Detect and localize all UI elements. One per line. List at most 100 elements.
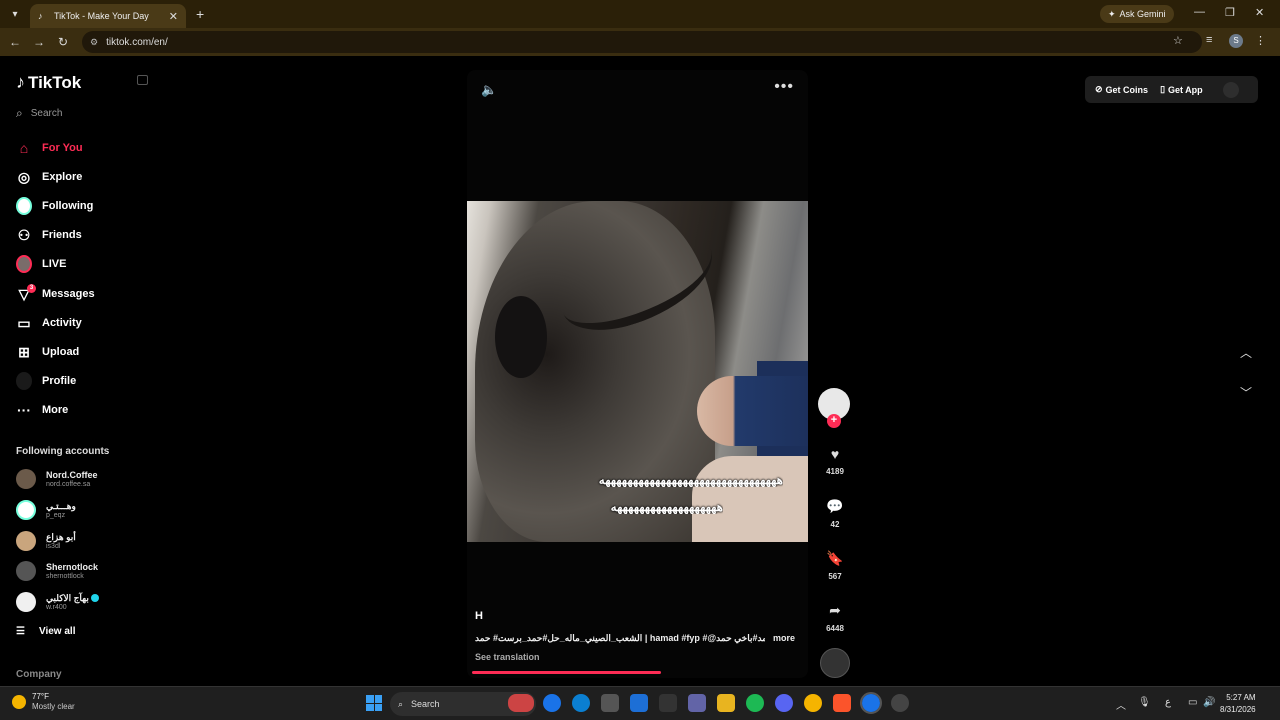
input-language[interactable]: ع bbox=[1165, 697, 1171, 708]
forward-icon[interactable]: → bbox=[27, 35, 51, 49]
video-description: الشعب_الصيني_ماله_حل#حمد_برست# حمد | ham… bbox=[475, 633, 795, 644]
followed-account[interactable]: أبو هزاع is3dl bbox=[16, 528, 76, 554]
spotify-icon[interactable] bbox=[746, 694, 764, 712]
collapse-sidebar-icon[interactable] bbox=[137, 75, 148, 85]
music-disc-avatar[interactable] bbox=[820, 648, 850, 678]
reload-icon[interactable]: ↻ bbox=[51, 35, 75, 49]
sidebar-item-for-you[interactable]: ⌂ For You bbox=[16, 137, 83, 159]
app-icon[interactable] bbox=[659, 694, 677, 712]
chrome-active-icon[interactable] bbox=[860, 692, 882, 714]
sidebar-item-label: Messages bbox=[42, 288, 95, 300]
follow-plus-icon[interactable]: + bbox=[827, 414, 841, 428]
ask-gemini-button[interactable]: ✦ Ask Gemini bbox=[1100, 5, 1174, 23]
edge-icon[interactable] bbox=[572, 694, 590, 712]
search-highlight-icon[interactable] bbox=[508, 694, 534, 712]
minimize-icon[interactable]: — bbox=[1194, 6, 1205, 18]
windows-start-icon[interactable] bbox=[366, 695, 382, 711]
volume-tray-icon[interactable]: 🔊 bbox=[1203, 697, 1215, 708]
back-icon[interactable]: ← bbox=[3, 35, 27, 49]
top-right-actions: ⊘ Get Coins ▯ Get App bbox=[1085, 76, 1258, 103]
video-player[interactable]: 🔈 ••• ههههههههههههههههههههههههههههههههه … bbox=[467, 70, 808, 678]
followed-account[interactable]: Nord.Coffee nord.coffee.sa bbox=[16, 466, 98, 492]
app-yellow-icon[interactable] bbox=[804, 694, 822, 712]
video-author[interactable]: H bbox=[475, 610, 483, 622]
browser-tab[interactable]: ♪ TikTok - Make Your Day ✕ bbox=[30, 4, 186, 28]
see-translation-link[interactable]: See translation bbox=[475, 652, 540, 662]
sidebar-item-messages[interactable]: ▽ 3 Messages bbox=[16, 283, 95, 305]
account-name: Shernotlock bbox=[46, 561, 99, 572]
browser-tab-strip: ▾ ♪ TikTok - Make Your Day ✕ + bbox=[0, 0, 1280, 28]
network-icon[interactable]: ▭ bbox=[1188, 697, 1197, 708]
window-close-icon[interactable]: ✕ bbox=[1255, 6, 1264, 19]
maximize-icon[interactable]: ❐ bbox=[1225, 6, 1235, 19]
tab-close-icon[interactable]: ✕ bbox=[169, 10, 178, 23]
clock-time: 5:27 AM bbox=[1226, 693, 1256, 702]
sidebar-item-explore[interactable]: ◎ Explore bbox=[16, 166, 82, 188]
system-clock[interactable]: 5:27 AM 8/31/2026 bbox=[1220, 692, 1256, 716]
sidebar-item-label: LIVE bbox=[42, 258, 67, 270]
sidebar-item-upload[interactable]: ⊞ Upload bbox=[16, 341, 79, 363]
file-explorer-icon[interactable] bbox=[717, 694, 735, 712]
address-toolbar: ← → ↻ ⚙ tiktok.com/en/ ☆ ≡ ⋮ bbox=[0, 28, 1280, 56]
address-bar[interactable]: ⚙ tiktok.com/en/ bbox=[82, 31, 1202, 53]
sidebar-item-activity[interactable]: ▭ Activity bbox=[16, 312, 81, 334]
followed-account[interactable]: وهـــتـي p_eqz bbox=[16, 497, 76, 523]
avatar bbox=[16, 592, 36, 612]
volume-icon[interactable]: 🔈 bbox=[481, 82, 497, 98]
send-icon: ▽ 3 bbox=[16, 284, 36, 302]
tab-title: TikTok - Make Your Day bbox=[54, 11, 149, 21]
chrome-profile-avatar[interactable]: S bbox=[1229, 34, 1243, 48]
chrome-icon[interactable] bbox=[543, 694, 561, 712]
new-tab-button[interactable]: + bbox=[196, 6, 204, 22]
tab-search-icon[interactable]: ▾ bbox=[4, 3, 26, 25]
view-all-button[interactable]: ☰ View all bbox=[16, 626, 75, 637]
sidebar-item-label: Following bbox=[42, 200, 94, 212]
teams-icon[interactable] bbox=[688, 694, 706, 712]
outlook-icon[interactable] bbox=[630, 694, 648, 712]
more-link[interactable]: more bbox=[773, 633, 795, 644]
next-video-chevron-down-icon[interactable]: ﹀ bbox=[1240, 384, 1252, 401]
live-avatar bbox=[16, 255, 32, 273]
company-link[interactable]: Company bbox=[16, 669, 62, 680]
ask-gemini-label: Ask Gemini bbox=[1119, 9, 1166, 19]
app-settings-icon[interactable] bbox=[891, 694, 909, 712]
get-app-button[interactable]: ▯ Get App bbox=[1160, 84, 1203, 95]
media-controls-icon[interactable]: ≡ bbox=[1206, 34, 1212, 46]
microphone-icon[interactable]: 🎙 bbox=[1138, 697, 1151, 708]
previous-video-chevron-up-icon[interactable]: ︿ bbox=[1240, 344, 1252, 361]
search-input[interactable]: ⌕ Search bbox=[16, 106, 62, 121]
sidebar-item-label: Friends bbox=[42, 229, 82, 241]
comment-icon: 💬 bbox=[826, 498, 844, 514]
save-button[interactable]: 🔖 567 bbox=[818, 550, 852, 581]
video-frame[interactable]: ههههههههههههههههههههههههههههههههه هههههه… bbox=[467, 201, 808, 542]
sidebar-item-more[interactable]: ··· More bbox=[16, 399, 68, 421]
discord-icon[interactable] bbox=[775, 694, 793, 712]
weather-condition: Mostly clear bbox=[32, 702, 75, 711]
video-progress-bar[interactable] bbox=[472, 671, 661, 674]
user-avatar[interactable] bbox=[1222, 81, 1239, 98]
followed-account[interactable]: Shernotlock shernottlock bbox=[16, 558, 98, 584]
get-coins-button[interactable]: ⊘ Get Coins bbox=[1095, 84, 1148, 95]
bookmark-star-icon[interactable]: ☆ bbox=[1173, 34, 1183, 47]
share-button[interactable]: ➦ 6448 bbox=[818, 602, 852, 633]
tray-chevron-icon[interactable]: ︿ bbox=[1116, 697, 1126, 712]
site-info-icon[interactable]: ⚙ bbox=[90, 37, 98, 48]
friends-icon: ⚇ bbox=[17, 226, 31, 243]
weather-widget[interactable]: 77°F Mostly clear bbox=[12, 692, 75, 712]
sidebar-item-following[interactable]: Following bbox=[16, 195, 93, 217]
sidebar-item-label: Upload bbox=[42, 346, 80, 358]
like-button[interactable]: ♥ 4189 bbox=[818, 446, 852, 476]
bookmark-icon: 🔖 bbox=[826, 550, 844, 566]
more-options-icon[interactable]: ••• bbox=[774, 78, 794, 96]
sidebar-item-live[interactable]: LIVE bbox=[16, 253, 66, 275]
store-icon[interactable] bbox=[601, 694, 619, 712]
followed-account[interactable]: بهآج الاكلبي w.r400 bbox=[16, 589, 99, 615]
sidebar-item-friends[interactable]: ⚇ Friends bbox=[16, 224, 82, 246]
comment-button[interactable]: 💬 42 bbox=[818, 498, 852, 529]
comment-count: 42 bbox=[830, 520, 840, 529]
tiktok-logo[interactable]: ♪ TikTok bbox=[16, 72, 81, 93]
sidebar-item-profile[interactable]: Profile bbox=[16, 370, 76, 392]
messages-badge: 3 bbox=[27, 284, 36, 293]
brave-icon[interactable] bbox=[833, 694, 851, 712]
chrome-menu-icon[interactable]: ⋮ bbox=[1255, 34, 1266, 47]
